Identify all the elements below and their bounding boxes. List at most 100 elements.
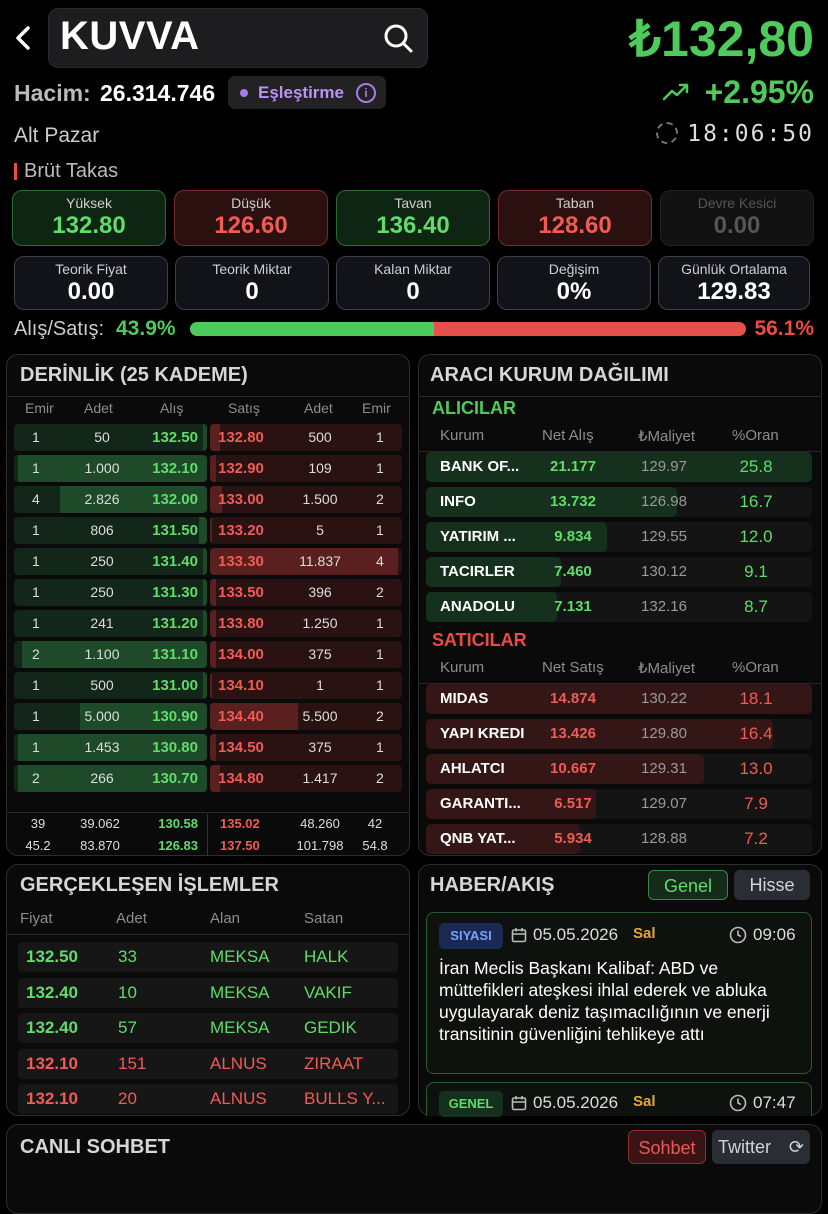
- broker-ratio: 12.0: [739, 527, 773, 546]
- ask-volume-bar: [210, 455, 216, 482]
- tab-chat[interactable]: Sohbet: [628, 1130, 706, 1164]
- depth-row[interactable]: 1 500 131.00 134.10 1 1: [14, 672, 402, 699]
- depth-row[interactable]: 1 50 132.50 132.80 500 1: [14, 424, 402, 451]
- chevron-left-icon: [16, 26, 30, 50]
- trade-row[interactable]: 132.10 151 ALNUS ZIRAAT: [18, 1048, 398, 1079]
- tab-twitter[interactable]: Twitter ⟳: [712, 1130, 810, 1164]
- search-icon[interactable]: [382, 22, 414, 54]
- stat-box[interactable]: Tavan 136.40: [336, 190, 490, 246]
- news-card[interactable]: GENEL 05.05.2026 Sal 07:47: [426, 1082, 812, 1117]
- broker-cost: 129.80: [641, 725, 687, 742]
- calendar-icon: [511, 1096, 527, 1111]
- depth-row[interactable]: 1 241 131.20 133.80 1.250 1: [14, 610, 402, 637]
- ask-qty: 500: [308, 429, 332, 445]
- buyer-row[interactable]: INFO 13.732 126.98 16.7: [426, 487, 812, 517]
- tab-stock[interactable]: Hisse: [734, 870, 810, 900]
- broker-column-header: Net Alış: [542, 427, 594, 444]
- stat-box[interactable]: Yüksek 132.80: [12, 190, 166, 246]
- buyer-row[interactable]: ANADOLU 7.131 132.16 8.7: [426, 592, 812, 622]
- ratio-label: Alış/Satış:: [14, 318, 105, 340]
- depth-row[interactable]: 2 266 130.70 134.80 1.417 2: [14, 765, 402, 792]
- broker-net: 14.874: [550, 690, 596, 707]
- trade-row[interactable]: 132.40 57 MEKSA GEDIK: [18, 1013, 398, 1043]
- clock-icon: [656, 122, 678, 144]
- chat-title: CANLI SOHBET: [20, 1136, 170, 1158]
- depth-row[interactable]: 1 1.453 130.80 134.50 375 1: [14, 734, 402, 761]
- total-bid-qty: 83.870: [80, 838, 120, 853]
- back-button[interactable]: [10, 22, 38, 54]
- stat-box[interactable]: Günlük Ortalama 129.83: [658, 256, 810, 310]
- stat-box[interactable]: Teorik Miktar 0: [175, 256, 329, 310]
- total-ask-price: 135.02: [220, 816, 260, 831]
- bid-orders: 1: [32, 708, 40, 724]
- depth-table[interactable]: 1 50 132.50 132.80 500 1 1 1.000 132.10 132.90 109…: [0, 424, 420, 810]
- trade-price: 132.10: [26, 1089, 78, 1108]
- stat-box[interactable]: Değişim 0%: [497, 256, 651, 310]
- bid-orders: 1: [32, 429, 40, 445]
- broker-cost: 128.88: [641, 830, 687, 847]
- ask-qty: 1.250: [302, 615, 338, 631]
- stat-box[interactable]: Düşük 126.60: [174, 190, 328, 246]
- ask-orders: 1: [376, 522, 384, 538]
- info-icon[interactable]: i: [356, 83, 376, 103]
- broker-cost: 130.22: [641, 690, 687, 707]
- broker-net: 7.460: [554, 563, 592, 580]
- trade-seller: VAKIF: [304, 982, 352, 1002]
- ask-orders: 2: [376, 708, 384, 724]
- ask-qty: 396: [308, 584, 332, 600]
- ask-price: 133.80: [218, 615, 264, 632]
- stat-box[interactable]: Devre Kesici 0.00: [660, 190, 814, 246]
- bid-price: 131.30: [152, 584, 198, 601]
- depth-column-header: Satış: [228, 400, 260, 416]
- trade-buyer: MEKSA: [210, 982, 270, 1002]
- bid-price: 132.00: [152, 491, 198, 508]
- seller-row[interactable]: GARANTI... 6.517 129.07 7.9: [426, 789, 812, 819]
- takas-marker: [14, 163, 17, 180]
- bid-qty: 2.826: [84, 491, 120, 507]
- stat-box[interactable]: Kalan Miktar 0: [336, 256, 490, 310]
- buyer-row[interactable]: TACIRLER 7.460 130.12 9.1: [426, 557, 812, 587]
- bid-price: 130.90: [152, 708, 198, 725]
- stat-value: 136.40: [376, 212, 450, 239]
- broker-cost: 129.55: [641, 528, 687, 545]
- news-text: İran Meclis Başkanı Kalibaf: ABD ve mütt…: [439, 958, 770, 1044]
- broker-name: YATIRIM ...: [440, 528, 516, 545]
- stat-value: 0: [406, 278, 420, 305]
- depth-row[interactable]: 1 5.000 130.90 134.40 5.500 2: [14, 703, 402, 730]
- depth-row[interactable]: 1 1.000 132.10 132.90 109 1: [14, 455, 402, 482]
- stat-box[interactable]: Taban 128.60: [498, 190, 652, 246]
- depth-title: DERİNLİK (25 KADEME): [20, 364, 248, 386]
- seller-row[interactable]: AHLATCI 10.667 129.31 13.0: [426, 754, 812, 784]
- total-bid-price: 130.58: [158, 816, 198, 831]
- news-card[interactable]: SIYASI 05.05.2026 Sal 09:06 İran Meclis …: [426, 912, 812, 1074]
- bid-price: 130.70: [152, 770, 198, 787]
- depth-row[interactable]: 1 250 131.30 133.50 396 2: [14, 579, 402, 606]
- trade-row[interactable]: 132.40 10 MEKSA VAKIF: [18, 977, 398, 1008]
- ask-qty: 1.417: [302, 770, 338, 786]
- seller-row[interactable]: YAPI KREDI 13.426 129.80 16.4: [426, 719, 812, 749]
- bid-price: 132.10: [152, 460, 198, 477]
- depth-row[interactable]: 1 806 131.50 133.20 5 1: [14, 517, 402, 544]
- tab-general[interactable]: Genel: [648, 870, 728, 900]
- bid-orders: 1: [32, 522, 40, 538]
- stat-box[interactable]: Teorik Fiyat 0.00: [14, 256, 168, 310]
- broker-net: 13.732: [550, 493, 596, 510]
- seller-row[interactable]: QNB YAT... 5.934 128.88 7.2: [426, 824, 812, 854]
- last-price: ₺132,80: [629, 11, 814, 67]
- depth-row[interactable]: 2 1.100 131.10 134.00 375 1: [14, 641, 402, 668]
- buyer-row[interactable]: YATIRIM ... 9.834 129.55 12.0: [426, 522, 812, 552]
- ask-price: 132.90: [218, 460, 264, 477]
- bid-price: 131.10: [152, 646, 198, 663]
- trade-row[interactable]: 132.10 20 ALNUS BULLS Y...: [18, 1084, 398, 1114]
- ask-qty: 1: [316, 677, 324, 693]
- ask-price: 134.10: [218, 677, 264, 694]
- buyer-row[interactable]: BANK OF... 21.177 129.97 25.8: [426, 452, 812, 482]
- broker-name: BANK OF...: [440, 458, 520, 475]
- trade-row[interactable]: 132.50 33 MEKSA HALK: [18, 942, 398, 972]
- total-ask-orders: 54.8: [362, 838, 388, 853]
- ask-qty: 375: [308, 646, 332, 662]
- depth-row[interactable]: 4 2.826 132.00 133.00 1.500 2: [14, 486, 402, 513]
- depth-row[interactable]: 1 250 131.40 133.30 11.837 4: [14, 548, 402, 575]
- seller-row[interactable]: MIDAS 14.874 130.22 18.1: [426, 684, 812, 714]
- trade-column-header: Adet: [116, 910, 147, 927]
